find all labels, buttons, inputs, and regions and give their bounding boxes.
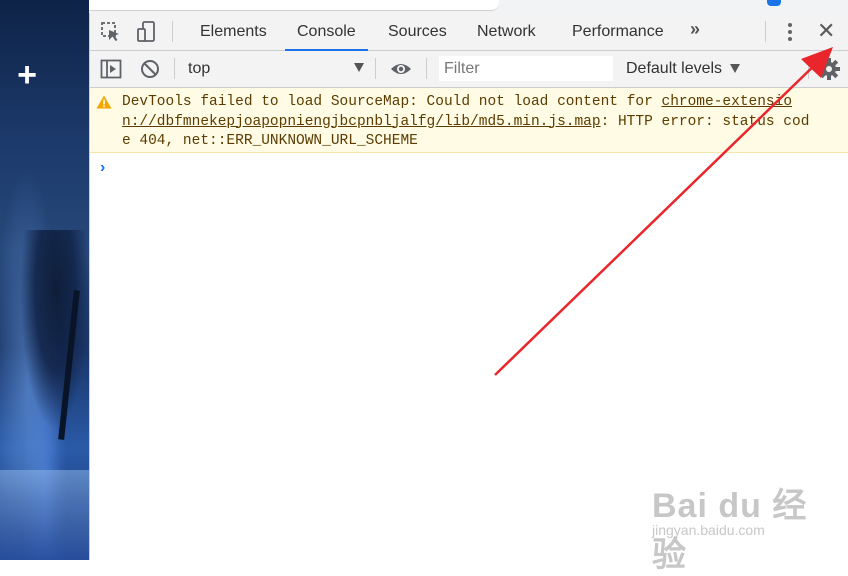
more-tabs-chevron-icon[interactable]: » <box>690 19 700 40</box>
device-toolbar-icon[interactable] <box>136 21 158 43</box>
tab-performance[interactable]: Performance <box>572 13 664 50</box>
tab-console[interactable]: Console <box>285 13 368 51</box>
tree-silhouette <box>20 230 89 430</box>
add-button[interactable]: + <box>8 56 46 94</box>
kebab-menu-icon[interactable] <box>787 21 793 43</box>
watermark-url: jingyan.baidu.com <box>652 522 765 538</box>
snow-ground <box>0 470 89 560</box>
console-settings-gear-icon[interactable] <box>817 57 841 81</box>
toolbar-divider <box>174 58 175 79</box>
clear-console-icon[interactable] <box>139 58 161 80</box>
browser-top-strip <box>89 0 848 13</box>
filter-input[interactable]: Filter <box>439 56 613 81</box>
console-prompt-chevron-icon[interactable]: › <box>100 159 105 177</box>
toolbar-divider <box>765 21 766 42</box>
live-expression-eye-icon[interactable] <box>390 58 412 80</box>
log-levels-dropdown[interactable]: Default levels <box>626 51 722 87</box>
toolbar-divider <box>172 21 173 42</box>
toolbar-divider <box>808 58 809 79</box>
toolbar-divider <box>426 58 427 79</box>
tab-elements[interactable]: Elements <box>200 13 267 50</box>
address-bar-edge <box>89 0 499 11</box>
devtools-tabbar: Elements Console Sources Network Perform… <box>90 13 848 51</box>
warning-text-prefix: DevTools failed to load SourceMap: Could… <box>122 94 662 110</box>
close-devtools-icon[interactable]: ✕ <box>817 19 835 43</box>
desktop-wallpaper: + <box>0 0 89 560</box>
tab-sources[interactable]: Sources <box>388 13 447 50</box>
warning-triangle-icon <box>96 95 112 109</box>
context-selector[interactable]: top <box>188 51 210 87</box>
baidu-watermark: Bai du 经验 jingyan.baidu.com <box>652 478 822 574</box>
inspect-element-icon[interactable] <box>100 21 122 43</box>
console-toolbar: top Filter Default levels <box>90 51 848 88</box>
toolbar-divider <box>375 58 376 79</box>
levels-dropdown-arrow-icon[interactable] <box>730 64 740 73</box>
context-dropdown-arrow-icon[interactable] <box>354 63 364 72</box>
extension-badge <box>767 0 781 6</box>
warning-text: DevTools failed to load SourceMap: Could… <box>122 93 812 152</box>
console-warning-message: DevTools failed to load SourceMap: Could… <box>90 88 848 153</box>
show-sidebar-icon[interactable] <box>100 58 122 80</box>
tab-network[interactable]: Network <box>477 13 536 50</box>
